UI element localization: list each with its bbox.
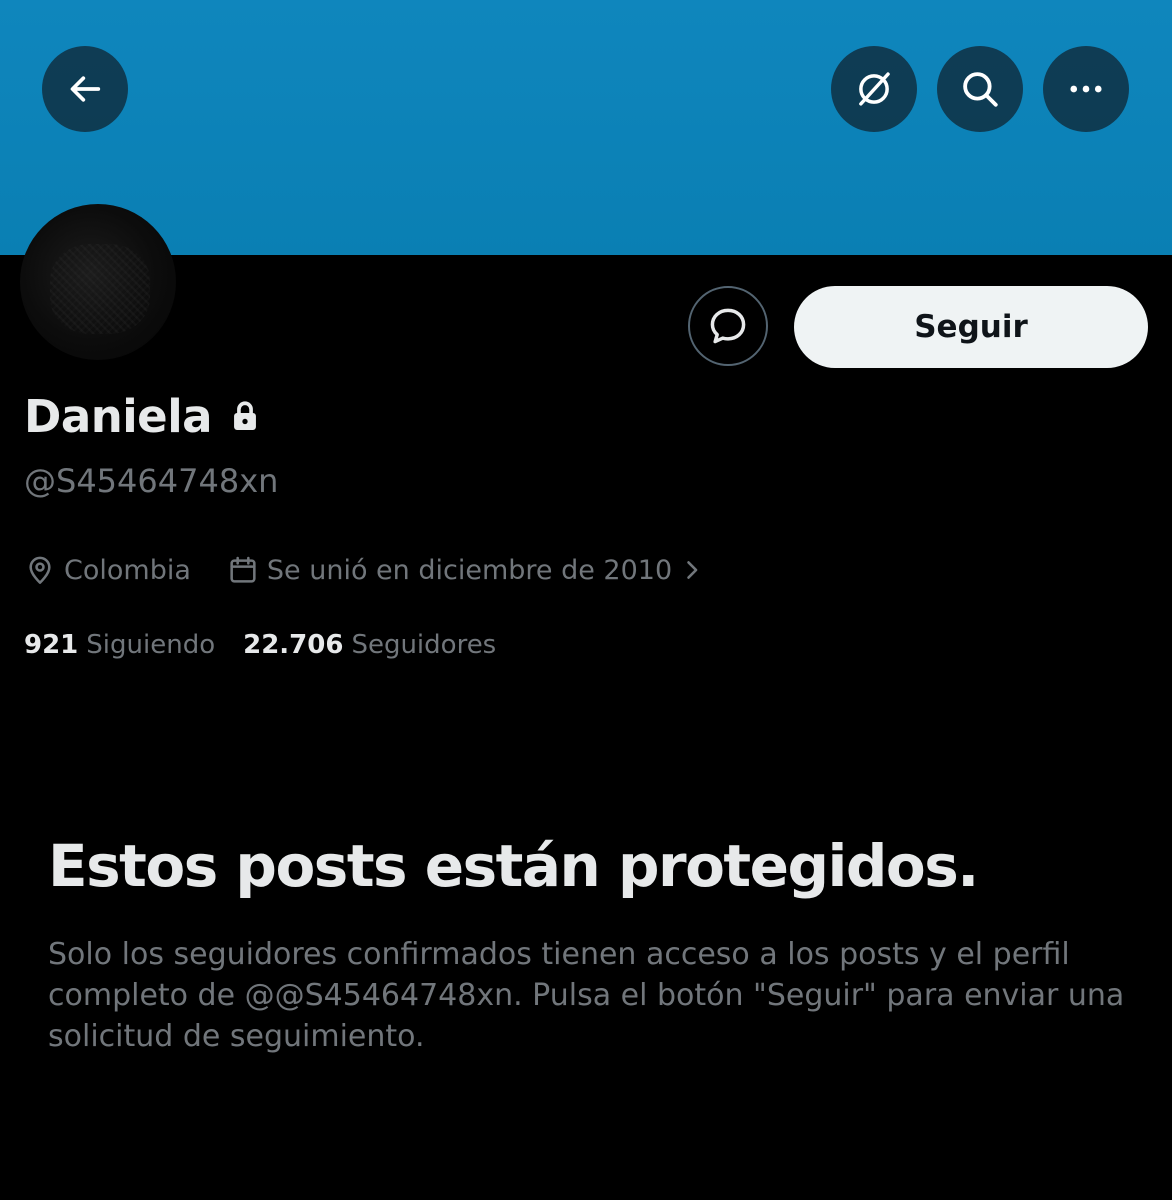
arrow-left-icon bbox=[70, 76, 101, 102]
avatar-image bbox=[50, 244, 150, 334]
following-count: 921 bbox=[24, 630, 79, 660]
location-pin-icon bbox=[29, 556, 51, 584]
back-button[interactable] bbox=[42, 46, 128, 132]
location: Colombia bbox=[24, 554, 191, 586]
lock-icon bbox=[230, 399, 260, 438]
protected-posts-title: Estos posts están protegidos. bbox=[48, 832, 979, 900]
following-label: Siguiendo bbox=[86, 630, 216, 660]
followers-label: Seguidores bbox=[351, 630, 497, 660]
more-dots-icon bbox=[1070, 85, 1102, 93]
display-name: Daniela bbox=[24, 390, 213, 443]
grok-button[interactable] bbox=[831, 46, 917, 132]
grok-icon bbox=[859, 72, 890, 106]
chevron-right-icon bbox=[687, 561, 698, 579]
following-stat[interactable]: 921 Siguiendo bbox=[24, 630, 215, 660]
avatar[interactable] bbox=[20, 204, 176, 360]
display-name-row: Daniela bbox=[24, 390, 260, 443]
join-date[interactable]: Se unió en diciembre de 2010 bbox=[227, 554, 706, 586]
follow-stats: 921 Siguiendo 22.706 Seguidores bbox=[24, 630, 496, 660]
message-button[interactable] bbox=[688, 286, 768, 366]
followers-count: 22.706 bbox=[243, 630, 344, 660]
more-button[interactable] bbox=[1043, 46, 1129, 132]
search-icon bbox=[963, 72, 998, 107]
calendar-icon bbox=[230, 556, 256, 583]
profile-meta: Colombia Se unió en diciembre de 2010 bbox=[24, 550, 706, 590]
search-button[interactable] bbox=[937, 46, 1023, 132]
location-text: Colombia bbox=[64, 554, 191, 586]
follow-button[interactable]: Seguir bbox=[794, 286, 1148, 368]
followers-stat[interactable]: 22.706 Seguidores bbox=[243, 630, 496, 660]
user-handle: @S45464748xn bbox=[24, 462, 279, 500]
protected-posts-description: Solo los seguidores confirmados tienen a… bbox=[48, 937, 1125, 1054]
join-date-text: Se unió en diciembre de 2010 bbox=[266, 554, 673, 586]
message-bubble-icon bbox=[710, 308, 746, 344]
